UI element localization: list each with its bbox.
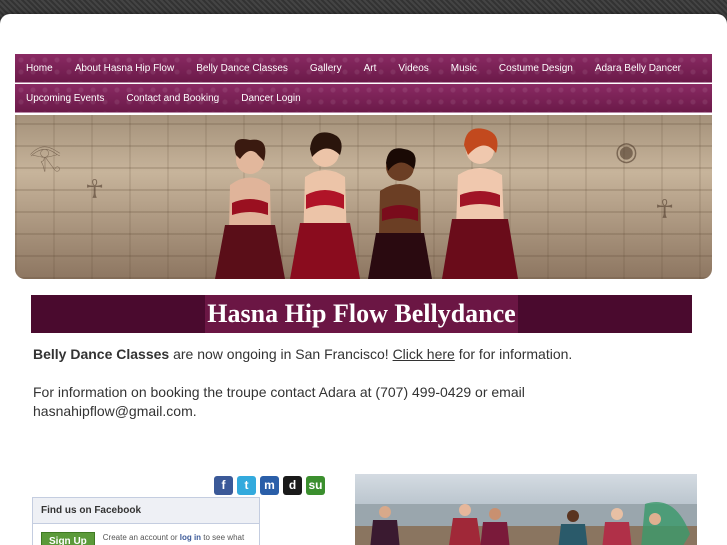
nav-about[interactable]: About Hasna Hip Flow	[64, 54, 186, 83]
stumbleupon-share-icon[interactable]: su	[306, 476, 325, 495]
classes-text: are now ongoing in San Francisco!	[169, 346, 393, 362]
beach-photo[interactable]	[355, 474, 697, 545]
share-icons: f t m d su	[214, 476, 325, 495]
facebook-widget-body: Sign Up Create an account or log in to s…	[33, 524, 259, 545]
classes-paragraph: Belly Dance Classes are now ongoing in S…	[33, 345, 693, 364]
hero-banner-image: 𓂀 ☥ ◉ ☥	[15, 115, 712, 279]
ankh-glyph: ☥	[85, 175, 105, 205]
dancers-group	[215, 128, 518, 279]
ankh-glyph-right: ☥	[655, 195, 675, 225]
booking-text-line-1: For information on booking the troupe co…	[33, 384, 525, 400]
facebook-login-link[interactable]: log in	[180, 533, 201, 542]
facebook-widget: Find us on Facebook Sign Up Create an ac…	[32, 497, 260, 545]
facebook-msg-start: Create an account or	[102, 533, 180, 542]
page-title-bar: Hasna Hip Flow Bellydance	[31, 295, 692, 333]
nav-upcoming-events[interactable]: Upcoming Events	[15, 84, 115, 113]
page-title: Hasna Hip Flow Bellydance	[205, 295, 518, 333]
nav-music[interactable]: Music	[440, 54, 488, 83]
facebook-signup-button[interactable]: Sign Up	[41, 532, 95, 545]
nav-gallery[interactable]: Gallery	[299, 54, 353, 83]
booking-text-line-2: hasnahipflow@gmail.com.	[33, 403, 197, 419]
eye-of-horus-glyph: 𓂀	[29, 143, 62, 173]
beach-dancers-image	[355, 502, 697, 545]
twitter-share-icon[interactable]: t	[237, 476, 256, 495]
classes-bold-text: Belly Dance Classes	[33, 346, 170, 362]
eye-glyph: ◉	[615, 137, 638, 167]
nav-costume-design[interactable]: Costume Design	[488, 54, 584, 83]
classes-text-end: for for information.	[454, 346, 573, 362]
nav-art[interactable]: Art	[353, 54, 388, 83]
facebook-widget-title: Find us on Facebook	[33, 498, 259, 524]
click-here-link[interactable]: Click here	[393, 346, 455, 362]
nav-dancer-login[interactable]: Dancer Login	[230, 84, 311, 113]
nav-adara-belly-dancer[interactable]: Adara Belly Dancer	[584, 54, 692, 83]
facebook-widget-message: Create an account or log in to see what	[103, 532, 244, 543]
booking-paragraph: For information on booking the troupe co…	[33, 383, 693, 421]
facebook-share-icon[interactable]: f	[214, 476, 233, 495]
nav-contact-booking[interactable]: Contact and Booking	[115, 84, 230, 113]
page: Home About Hasna Hip Flow Belly Dance Cl…	[0, 14, 727, 545]
nav-belly-dance-classes[interactable]: Belly Dance Classes	[185, 54, 299, 83]
delicious-share-icon[interactable]: d	[283, 476, 302, 495]
myspace-share-icon[interactable]: m	[260, 476, 279, 495]
nav-videos[interactable]: Videos	[387, 54, 439, 83]
facebook-msg-end: to see what	[201, 533, 245, 542]
nav-home[interactable]: Home	[15, 54, 64, 83]
main-nav-row-1: Home About Hasna Hip Flow Belly Dance Cl…	[15, 54, 712, 83]
main-nav-row-2: Upcoming Events Contact and Booking Danc…	[15, 84, 712, 113]
